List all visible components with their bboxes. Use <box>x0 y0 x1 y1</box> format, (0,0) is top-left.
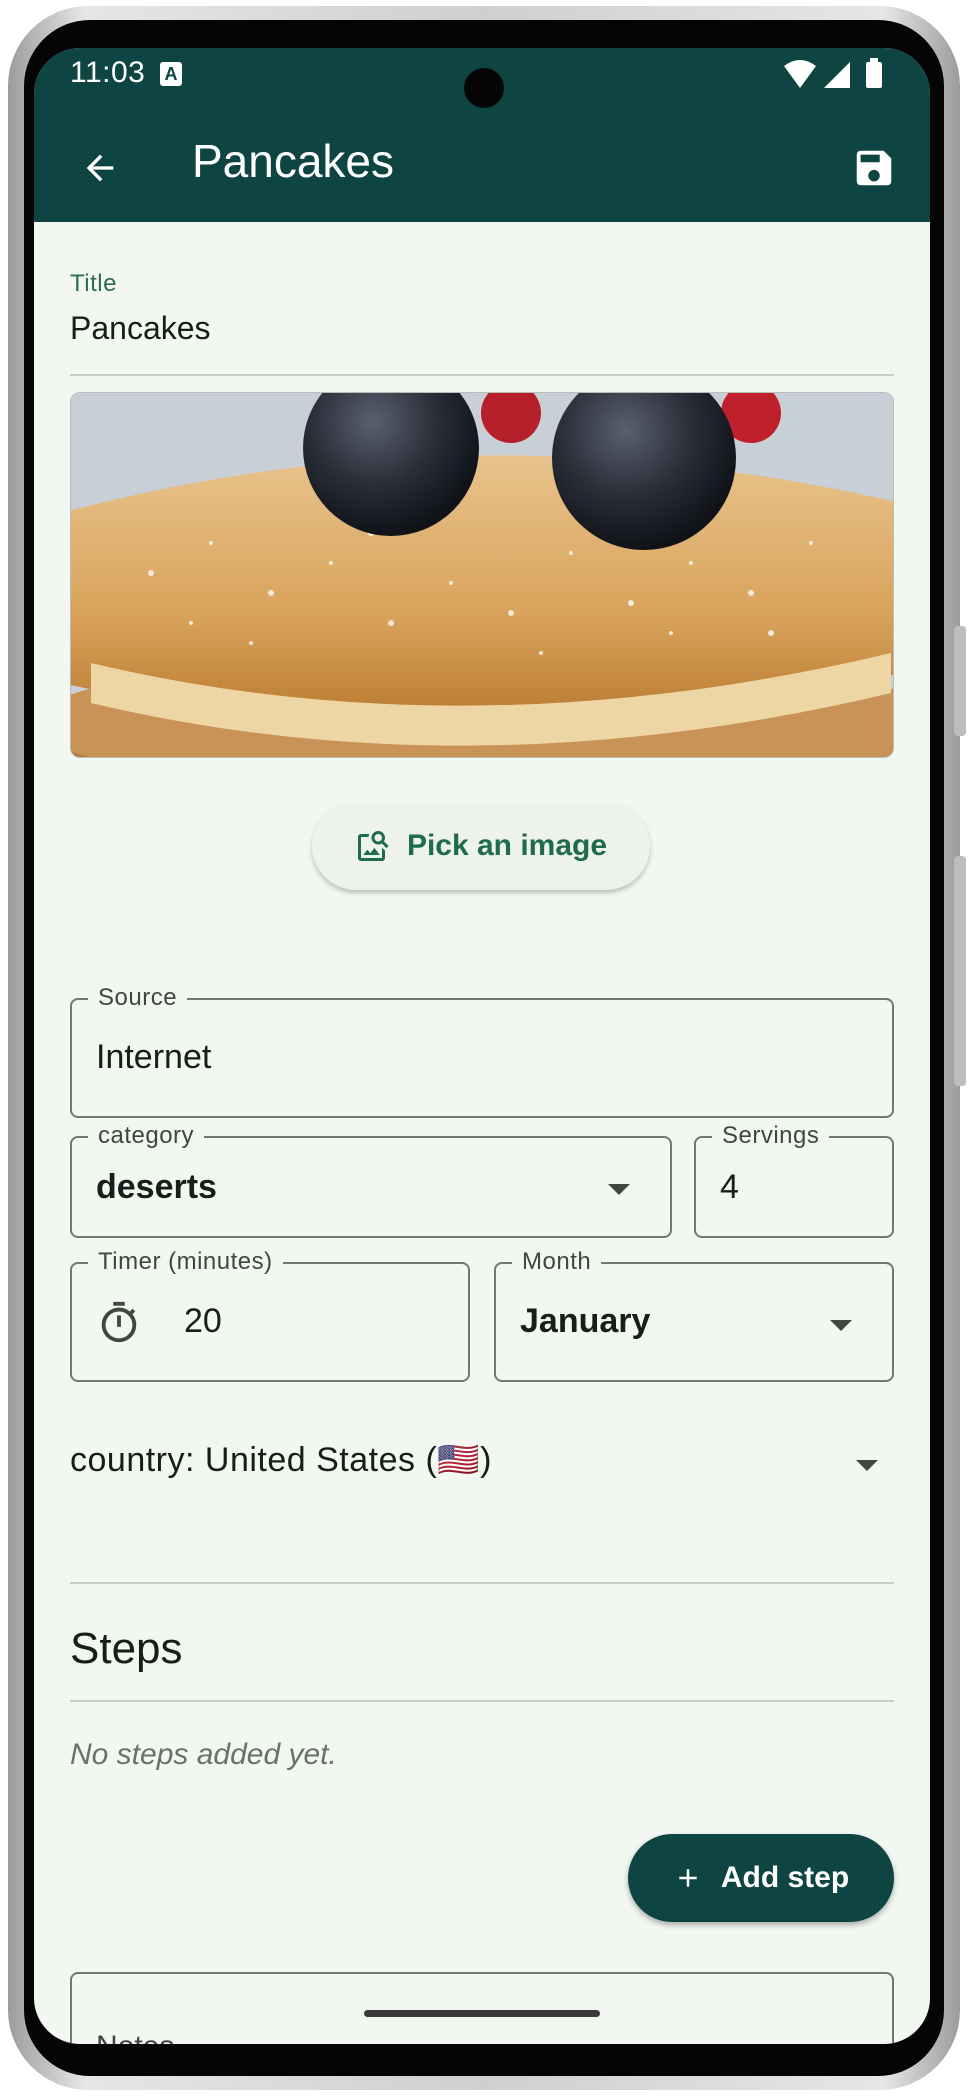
screen: 11:03 A Pancakes Title Pancakes Pick an … <box>34 48 930 2044</box>
category-value: deserts <box>96 1168 217 1206</box>
chevron-down-icon <box>856 1460 878 1471</box>
save-icon <box>856 150 892 186</box>
image-search-icon <box>357 831 389 861</box>
save-button[interactable] <box>842 136 906 200</box>
home-indicator[interactable] <box>364 2010 600 2017</box>
timer-icon <box>101 1301 137 1343</box>
chevron-down-icon <box>608 1184 630 1195</box>
notification-indicator-icon: A <box>160 62 182 86</box>
timer-field[interactable]: Timer (minutes) 20 <box>70 1248 470 1382</box>
timer-field-label: Timer (minutes) <box>88 1248 283 1276</box>
steps-heading: Steps <box>70 1624 183 1673</box>
country-dropdown[interactable]: country: United States (🇺🇸) <box>70 1428 894 1488</box>
title-field-label: Title <box>70 270 117 297</box>
divider <box>70 1582 894 1584</box>
notes-field[interactable]: Notes <box>70 1972 894 2044</box>
add-step-label: Add step <box>720 1861 850 1894</box>
notes-field-label: Notes <box>96 2030 174 2044</box>
battery-icon <box>866 62 882 88</box>
add-step-button[interactable]: Add step <box>628 1834 894 1922</box>
month-dropdown[interactable]: Month January <box>494 1248 894 1382</box>
title-field[interactable]: Pancakes <box>70 310 211 347</box>
source-field[interactable]: Source Internet <box>70 984 894 1118</box>
source-value: Internet <box>96 1038 212 1076</box>
category-dropdown[interactable]: category deserts <box>70 1122 672 1238</box>
country-value: country: United States (🇺🇸) <box>70 1441 492 1479</box>
month-field-label: Month <box>512 1248 602 1276</box>
back-button[interactable] <box>70 138 130 198</box>
chevron-down-icon <box>830 1320 852 1331</box>
recipe-image <box>70 392 894 758</box>
wifi-icon <box>784 60 816 88</box>
signal-icon <box>824 62 850 88</box>
app-bar: 11:03 A Pancakes <box>34 48 930 222</box>
pick-image-button[interactable]: Pick an image <box>312 802 650 890</box>
title-underline <box>70 374 894 376</box>
servings-field-label: Servings <box>712 1122 830 1150</box>
servings-field[interactable]: Servings 4 <box>694 1122 894 1238</box>
timer-value: 20 <box>184 1302 222 1340</box>
plus-icon <box>679 1869 697 1887</box>
status-bar: 11:03 A <box>34 48 930 108</box>
status-time: 11:03 <box>70 56 146 89</box>
status-icons <box>780 58 890 99</box>
volume-button <box>954 626 966 736</box>
category-field-label: category <box>88 1122 205 1150</box>
page-title: Pancakes <box>192 135 395 187</box>
front-camera <box>464 68 504 108</box>
pick-image-label: Pick an image <box>406 829 608 862</box>
month-value: January <box>520 1302 651 1340</box>
source-field-label: Source <box>88 984 188 1012</box>
arrow-back-icon <box>86 154 114 182</box>
steps-empty-message: No steps added yet. <box>70 1738 337 1771</box>
divider <box>70 1700 894 1702</box>
servings-value: 4 <box>720 1168 739 1206</box>
power-button <box>954 856 966 1086</box>
